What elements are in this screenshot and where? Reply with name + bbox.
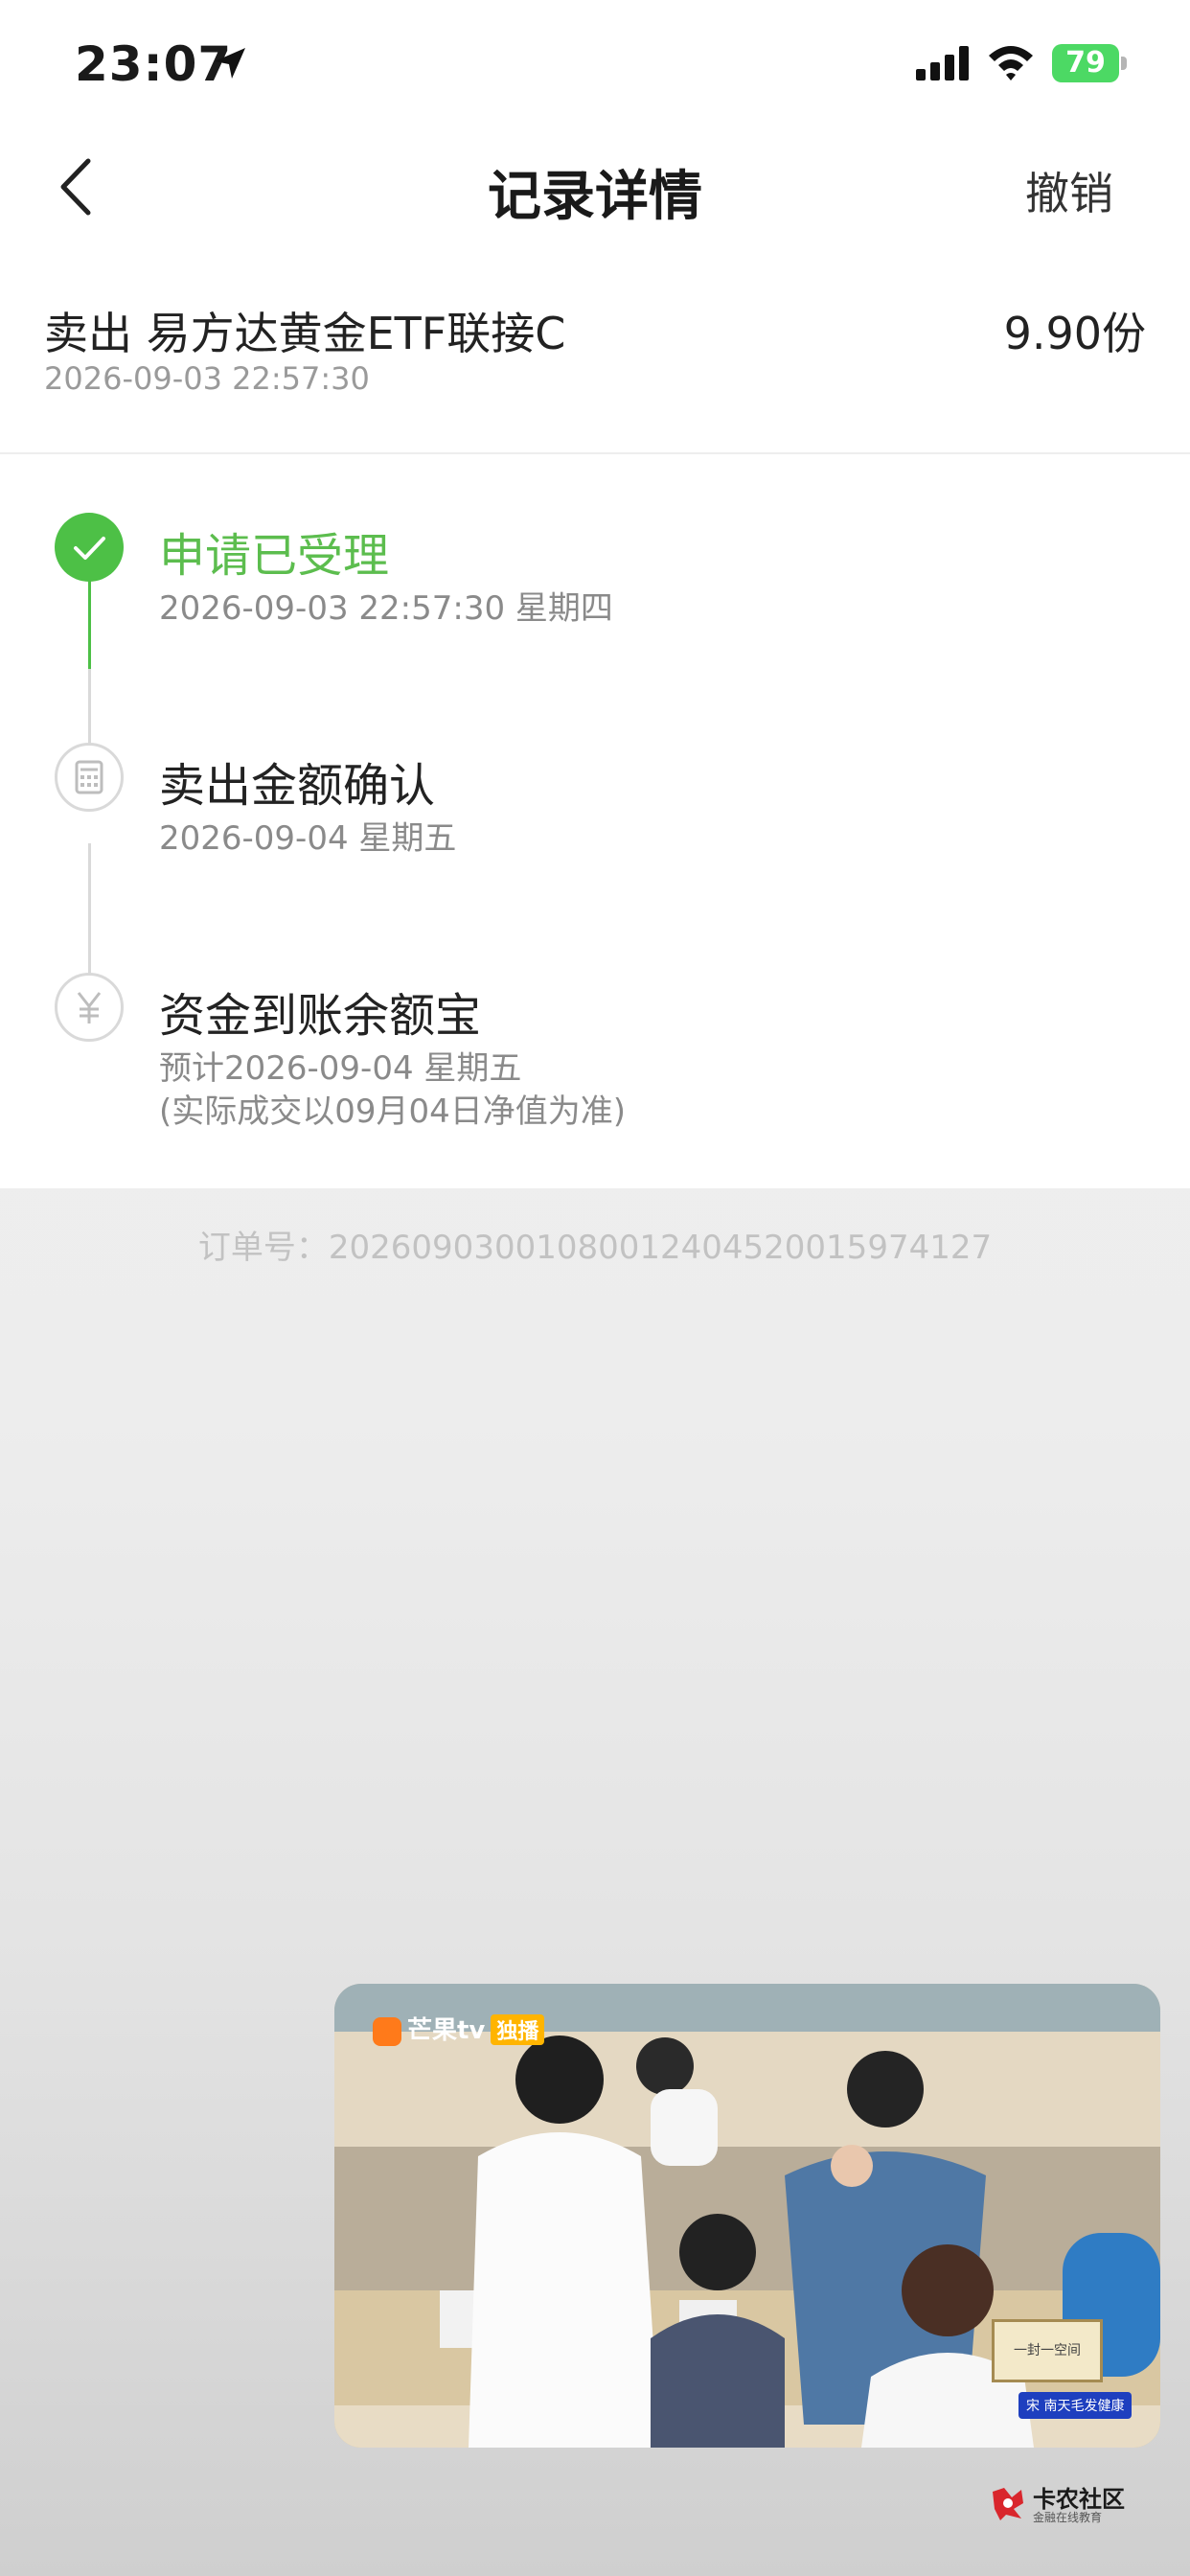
calculator-icon — [55, 743, 124, 812]
watermark: 卡农社区 金融在线教育 — [989, 2480, 1133, 2528]
wifi-icon — [989, 46, 1033, 80]
pip-video-player[interactable]: 芒果tv 独播 一封一空间 宋 南天毛发健康 — [334, 1984, 1160, 2448]
transaction-amount: 9.90份 — [1003, 308, 1146, 359]
order-number-label: 订单号： — [197, 1229, 329, 1267]
kanong-logo-icon — [993, 2488, 1023, 2520]
timeline-step-title: 卖出金额确认 — [159, 759, 436, 813]
yen-icon — [55, 973, 124, 1042]
video-board-sign: 一封一空间 — [992, 2319, 1103, 2382]
check-icon — [55, 513, 124, 582]
transaction-time: 2026-09-03 22:57:30 — [44, 360, 370, 397]
timeline-connector-done — [88, 575, 91, 669]
transaction-label: 卖出 易方达黄金ETF联接C — [44, 308, 566, 359]
revoke-button[interactable]: 撤销 — [1025, 159, 1113, 222]
timeline-step-title: 申请已受理 — [159, 529, 390, 583]
cellular-signal-icon — [916, 46, 969, 80]
logo-tag: 独播 — [491, 2014, 545, 2045]
video-sponsor-sign: 宋 南天毛发健康 — [1018, 2392, 1133, 2419]
divider — [0, 452, 1190, 454]
location-arrow-icon — [215, 48, 245, 79]
timeline-step-time: 2026-09-03 22:57:30 星期四 — [159, 589, 613, 628]
timeline-connector — [88, 843, 91, 976]
status-time: 23:07 — [75, 36, 233, 92]
battery-cap — [1121, 57, 1127, 70]
battery-level: 79 — [1065, 46, 1106, 80]
timeline-step-time: 预计2026-09-04 星期五 — [159, 1049, 522, 1088]
timeline-step-title: 资金到账余额宝 — [159, 989, 482, 1043]
battery-indicator: 79 — [1052, 44, 1129, 82]
order-number-value: 20260903001080012404520015974127 — [328, 1229, 993, 1267]
logo-text: 芒果tv — [407, 2016, 486, 2045]
timeline-step-time: 2026-09-04 星期五 — [159, 819, 457, 858]
page-title: 记录详情 — [488, 166, 702, 228]
order-number: 订单号：20260903001080012404520015974127 — [0, 1221, 1190, 1268]
timeline-step-note: (实际成交以09月04日净值为准) — [159, 1092, 627, 1131]
mango-tv-logo: 芒果tv 独播 — [373, 2011, 545, 2046]
watermark-subtitle: 金融在线教育 — [1033, 2511, 1103, 2524]
